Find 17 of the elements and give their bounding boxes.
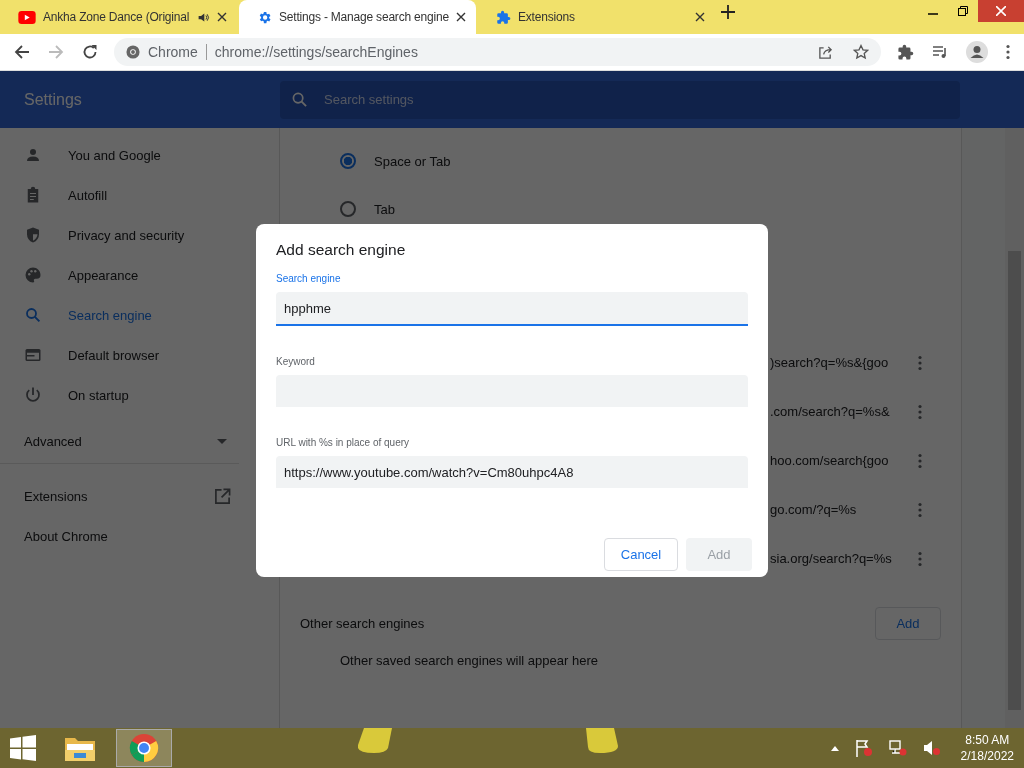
section-title: Other search engines: [300, 615, 425, 631]
site-label: Chrome: [148, 44, 198, 60]
engine-url: hoo.com/search{goo: [770, 453, 890, 468]
engine-url: go.com/?q=%s: [770, 502, 858, 517]
settings-title: Settings: [23, 90, 83, 109]
field-label: URL with %s in place of query: [276, 437, 411, 448]
engine-url: .com/search?q=%s&: [770, 404, 891, 419]
empty-message: Other saved search engines will appear here: [340, 653, 599, 668]
tab-title: Ankha Zone Dance (Original: [43, 10, 190, 24]
tab-title: Settings - Manage search engine: [279, 10, 449, 24]
dialog-title: Add search engine: [276, 241, 407, 259]
url-text: chrome://settings/searchEngines: [214, 44, 418, 60]
engine-url: sia.org/search?q=%s: [770, 551, 893, 566]
field-label: Search engine: [276, 273, 342, 284]
tab-title: Extensions: [518, 10, 576, 24]
field-label: Keyword: [276, 356, 316, 367]
engine-url: )search?q=%s&{goo: [770, 355, 890, 370]
